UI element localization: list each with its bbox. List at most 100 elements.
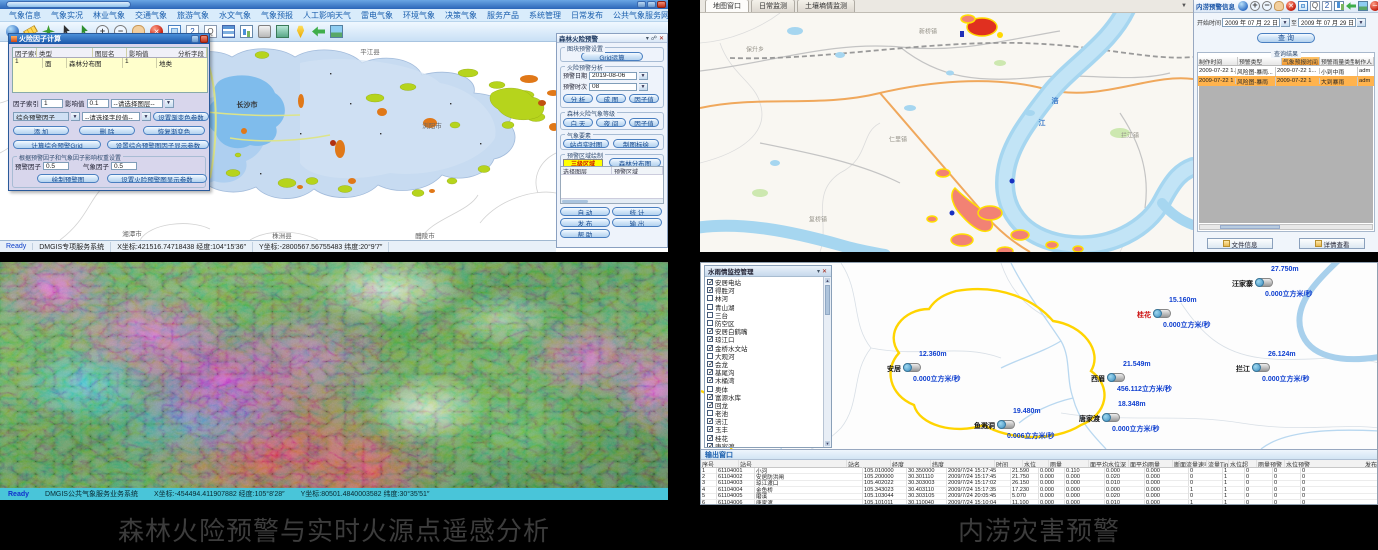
full-extent-icon[interactable]	[1298, 1, 1308, 11]
gauge-station[interactable]: 拦江 26.124m 0.000立方米/秒	[1252, 363, 1270, 372]
gauge-cylinder-icon[interactable]	[903, 363, 921, 372]
column-header[interactable]: 气象预报时间	[1282, 57, 1320, 65]
layer-checkbox[interactable]	[707, 426, 713, 432]
menu-item[interactable]: 气象预报	[256, 10, 298, 21]
layer-select[interactable]: --请选择图层--	[111, 99, 163, 108]
end-date-arrow[interactable]: ▼	[1357, 18, 1366, 27]
layer-checkbox[interactable]	[707, 279, 713, 285]
column-header[interactable]: 预警雨量类型	[1320, 57, 1354, 65]
column-header[interactable]: 制作时间	[1198, 57, 1238, 65]
column-header[interactable]: 面平均水位深	[1089, 460, 1129, 467]
panel-action-button[interactable]: 自 动	[560, 207, 610, 216]
layer-select-arrow[interactable]: ▼	[165, 99, 174, 108]
menu-item[interactable]: 系统管理	[524, 10, 566, 21]
station-data-row[interactable]: 661104006唐家渡105.10101130.1100402009/7/24…	[701, 500, 1378, 505]
gauge-cylinder-icon[interactable]	[1153, 309, 1171, 318]
draw-warning-map-button[interactable]: 绘制预警图	[37, 174, 99, 183]
delete-button[interactable]: 删 除	[79, 126, 135, 135]
weather-button[interactable]: 制图标绘	[613, 139, 659, 148]
grade-button[interactable]: 白 天	[563, 118, 593, 127]
back-icon[interactable]	[1346, 1, 1356, 11]
scroll-down-icon[interactable]: ▼	[825, 441, 830, 446]
gauge-station[interactable]: 桂花 15.160m 0.000立方米/秒	[1153, 309, 1171, 318]
column-header[interactable]: 时间	[995, 460, 1023, 467]
start-date-arrow[interactable]: ▼	[1281, 18, 1290, 27]
warn-time-select[interactable]: 08	[589, 83, 637, 91]
layer-checkbox[interactable]	[707, 377, 713, 383]
dialog-minimize-button[interactable]	[191, 35, 199, 43]
zoom-in-icon[interactable]	[1250, 1, 1260, 11]
layer-checkbox[interactable]	[707, 353, 713, 359]
display-params-button[interactable]: 设置火险预警图显示参数	[107, 174, 207, 183]
column-header[interactable]: 雨量	[1049, 460, 1089, 467]
back-icon[interactable]	[312, 25, 325, 38]
end-date-input[interactable]: 2009 年 07 月 29 日	[1298, 18, 1356, 27]
analysis-button[interactable]: 成 图	[596, 94, 626, 103]
factor-table[interactable]: 因子索引类型图层名影响值分析字段 1面森林分布图1地类	[12, 47, 208, 93]
column-header[interactable]: 预警类型	[1238, 57, 1282, 65]
export-icon[interactable]	[276, 25, 289, 38]
field-select[interactable]: --请选择字段值--	[82, 112, 140, 121]
column-header[interactable]: 发布	[1364, 460, 1378, 467]
close-button[interactable]	[657, 1, 666, 8]
menu-item[interactable]: 环境气象	[398, 10, 440, 21]
menu-item[interactable]: 气象实况	[46, 10, 88, 21]
close-icon[interactable]: ✕	[821, 268, 828, 275]
pan-hand-icon[interactable]	[1274, 1, 1284, 11]
maximize-button[interactable]	[647, 1, 656, 8]
pushpin-icon[interactable]: ☍	[650, 35, 658, 42]
grid-run-button[interactable]: Grid运算	[581, 52, 643, 61]
layer-checkbox[interactable]	[707, 304, 713, 310]
chart-icon[interactable]	[1334, 1, 1344, 11]
gauge-cylinder-icon[interactable]	[1102, 413, 1120, 422]
column-header[interactable]: 流量Tim值	[1207, 460, 1229, 467]
minimize-button[interactable]	[637, 1, 646, 8]
layer-checkbox[interactable]	[707, 312, 713, 318]
warn-factor-arrow[interactable]: ▼	[71, 112, 80, 121]
gauge-station[interactable]: 唐家渡 18.348m 0.000立方米/秒	[1102, 413, 1120, 422]
warn-time-arrow[interactable]: ▼	[639, 83, 648, 91]
result-row[interactable]: 2009-07-22 1...风险图-暴雨...2009-07-22 1...小…	[1198, 66, 1374, 76]
pin-icon[interactable]	[294, 25, 307, 38]
column-header[interactable]: 经度	[891, 460, 931, 467]
layer-checkbox[interactable]	[707, 443, 713, 447]
minus-icon[interactable]	[1370, 1, 1378, 11]
start-date-input[interactable]: 2009 年 07 月 22 日	[1222, 18, 1280, 27]
column-header[interactable]: 面平均雨量	[1129, 460, 1173, 467]
column-header[interactable]: 水位超	[1229, 460, 1257, 467]
tab-map-window[interactable]: 地图窗口	[705, 0, 749, 12]
scroll-thumb[interactable]	[825, 285, 830, 315]
chart-icon[interactable]	[240, 25, 253, 38]
column-header[interactable]: 水位预警	[1285, 460, 1364, 467]
file-info-button[interactable]: 文件信息	[1207, 238, 1273, 249]
warn-date-arrow[interactable]: ▼	[639, 72, 648, 80]
gauge-cylinder-icon[interactable]	[1252, 363, 1270, 372]
layer-checkbox[interactable]	[707, 394, 713, 400]
menu-item[interactable]: 气象信息	[4, 10, 46, 21]
layer-checkbox[interactable]	[707, 402, 713, 408]
dialog-close-button[interactable]	[200, 35, 208, 43]
calc-grid-button[interactable]: 计算综合预警Grid	[13, 140, 101, 149]
column-header[interactable]: 制作人	[1354, 57, 1374, 65]
column-header[interactable]: 序号	[701, 460, 739, 467]
panel-header[interactable]: 森林火险预警 ▾ ☍ ✕	[557, 34, 667, 43]
warn-date-select[interactable]: 2019-08-06	[589, 72, 637, 80]
panel-action-button[interactable]: 发 布	[560, 218, 610, 227]
scroll-up-icon[interactable]: ▲	[825, 278, 830, 283]
layer-checkbox[interactable]	[707, 435, 713, 441]
column-header[interactable]: 断面流量速率	[1173, 460, 1207, 467]
column-header[interactable]: 水位	[1023, 460, 1049, 467]
restore-gradient-button[interactable]: 恢复渐变色	[143, 126, 205, 135]
layer-checkbox[interactable]	[707, 345, 713, 351]
menu-item[interactable]: 交通气象	[130, 10, 172, 21]
layer-checkbox[interactable]	[707, 320, 713, 326]
waterlogging-map[interactable]: 保升乡新桥镇仁里镇复桥镇拦江镇涪江	[700, 13, 1193, 252]
menu-item[interactable]: 人工影响天气	[298, 10, 356, 21]
layer-panel-header[interactable]: 水雨情监控管理 ▾ ✕	[705, 266, 831, 277]
layer-checkbox[interactable]	[707, 336, 713, 342]
close-icon[interactable]: ✕	[658, 35, 665, 42]
menu-item[interactable]: 服务产品	[482, 10, 524, 21]
output-window-header[interactable]: 输出窗口	[701, 450, 1378, 460]
impact-input[interactable]: 0.1	[87, 99, 109, 108]
weather-button[interactable]: 站点实时图	[563, 139, 609, 148]
